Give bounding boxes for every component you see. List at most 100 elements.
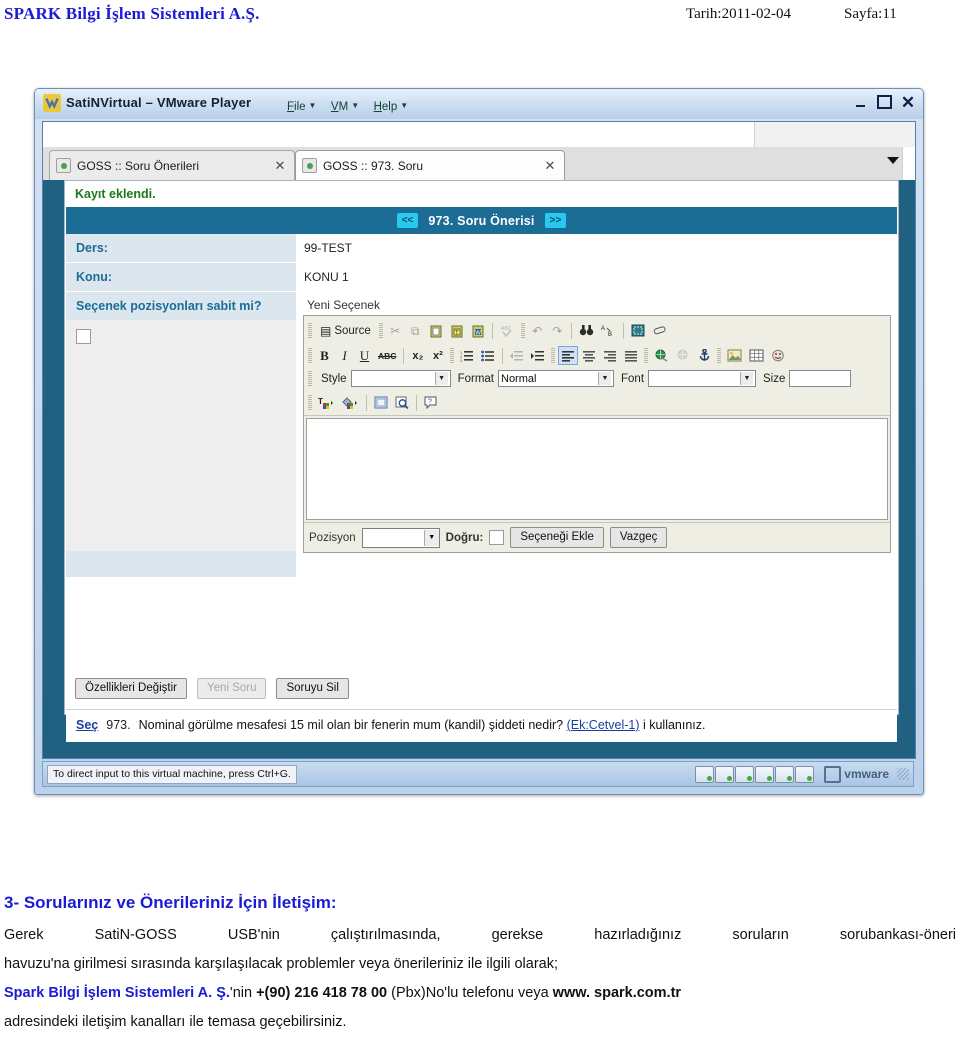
paste-text-button[interactable]: T	[447, 321, 467, 340]
toolbar-row-2: B I U ABC x₂ x² 1 2 3	[304, 343, 890, 368]
spellcheck-button[interactable]: ABC	[497, 321, 518, 340]
select-question-link[interactable]: Seç	[76, 718, 98, 732]
image-button[interactable]	[724, 346, 745, 365]
numbered-list-button[interactable]: 123	[457, 346, 477, 365]
cancel-button[interactable]: Vazgeç	[609, 527, 668, 548]
paste-button[interactable]	[426, 321, 446, 340]
strikethrough-button[interactable]: ABC	[375, 346, 399, 365]
add-option-button[interactable]: Seçeneği Ekle	[510, 527, 604, 548]
toolbar-grip[interactable]	[308, 370, 312, 387]
italic-button[interactable]: I	[335, 346, 354, 365]
text-color-button[interactable]: T	[315, 393, 338, 412]
toolbar-grip[interactable]	[378, 322, 383, 339]
editor-content-area[interactable]	[306, 418, 888, 520]
question-number: 973.	[106, 718, 131, 732]
bold-button[interactable]: B	[315, 346, 334, 365]
network-device-icon[interactable]	[755, 765, 775, 783]
next-record-button[interactable]: >>	[544, 213, 567, 228]
tab-list-chevron-down-icon[interactable]	[887, 157, 899, 164]
option-fixed-checkbox[interactable]	[76, 329, 91, 344]
source-button[interactable]: ▤ Source	[315, 321, 376, 340]
close-button[interactable]: ✕	[897, 91, 919, 113]
format-select[interactable]: Normal ▼	[498, 370, 614, 387]
align-center-button[interactable]	[579, 346, 599, 365]
record-header: << 973. Soru Önerisi >>	[66, 207, 897, 234]
bulleted-list-button[interactable]	[478, 346, 498, 365]
subscript-button[interactable]: x₂	[408, 346, 427, 365]
new-question-button[interactable]: Yeni Soru	[197, 678, 267, 699]
anchor-button[interactable]	[695, 346, 714, 365]
device-icons: vmware	[695, 765, 909, 783]
find-button[interactable]	[576, 321, 597, 340]
contact-heading: 3- Sorularınız ve Önerileriniz İçin İlet…	[4, 893, 337, 912]
menu-file[interactable]: File ▼	[287, 101, 323, 113]
align-left-icon	[562, 350, 575, 362]
chevron-down-icon: ▼	[423, 529, 439, 546]
floppy-device-icon[interactable]	[735, 765, 755, 783]
edit-properties-button[interactable]: Özellikleri Değiştir	[75, 678, 188, 699]
toolbar-grip[interactable]	[308, 394, 312, 411]
toolbar-grip[interactable]	[644, 347, 649, 364]
size-select[interactable]	[789, 370, 852, 387]
chevron-down-icon: ▼	[740, 372, 754, 385]
toolbar-grip[interactable]	[308, 347, 312, 364]
correct-checkbox[interactable]	[489, 530, 505, 545]
replace-button[interactable]: A B	[598, 321, 619, 340]
underline-button[interactable]: U	[355, 346, 374, 365]
browser-tab-soru-onerileri[interactable]: GOSS :: Soru Önerileri ✕	[49, 150, 295, 180]
position-select[interactable]: ▼	[361, 527, 440, 548]
printer-device-icon[interactable]	[795, 765, 815, 783]
minimize-button[interactable]	[849, 91, 871, 113]
option-fixed-body	[66, 320, 296, 551]
cdrom-device-icon[interactable]	[715, 765, 735, 783]
outdent-button[interactable]	[507, 346, 527, 365]
table-button[interactable]	[746, 346, 767, 365]
paste-from-word-button[interactable]: W	[468, 321, 488, 340]
menu-help[interactable]: Help ▼	[374, 101, 416, 113]
font-select[interactable]: ▼	[648, 370, 757, 387]
harddisk-device-icon[interactable]	[695, 765, 715, 783]
image-icon	[727, 349, 742, 362]
question-text-before: Nominal görülme mesafesi 15 mil olan bir…	[138, 718, 567, 732]
attachment-link[interactable]: (Ek:Cetvel-1)	[567, 718, 640, 732]
resize-grip[interactable]	[897, 768, 909, 780]
redo-button[interactable]: ↷	[548, 321, 567, 340]
maximize-button[interactable]	[873, 91, 895, 113]
select-all-button[interactable]	[628, 321, 648, 340]
question-list-row: Seç 973. Nominal görülme mesafesi 15 mil…	[66, 709, 897, 742]
cut-button[interactable]: ✂	[386, 321, 405, 340]
show-blocks-button[interactable]	[371, 393, 391, 412]
preview-button[interactable]	[392, 393, 412, 412]
toolbar-grip[interactable]	[520, 322, 525, 339]
unlink-button[interactable]	[673, 346, 694, 365]
background-color-button[interactable]	[339, 393, 362, 412]
toolbar-grip[interactable]	[308, 322, 312, 339]
menu-vm[interactable]: VM ▼	[331, 101, 366, 113]
indent-button[interactable]	[528, 346, 548, 365]
usb-device-icon[interactable]	[775, 765, 795, 783]
browser-tab-973-soru[interactable]: GOSS :: 973. Soru ✕	[295, 150, 565, 180]
menu-file-label: ile	[294, 101, 306, 113]
toolbar-grip[interactable]	[551, 347, 556, 364]
tab-close-icon[interactable]: ✕	[272, 158, 288, 174]
align-right-button[interactable]	[600, 346, 620, 365]
align-left-button[interactable]	[558, 346, 579, 365]
toolbar-grip[interactable]	[717, 347, 722, 364]
about-button[interactable]: ?	[421, 393, 441, 412]
tab-favicon-icon	[56, 158, 71, 173]
superscript-button[interactable]: x²	[428, 346, 447, 365]
style-select[interactable]: ▼	[350, 370, 451, 387]
remove-format-button[interactable]	[649, 321, 670, 340]
toolbar-separator	[366, 394, 367, 411]
toolbar-grip[interactable]	[450, 347, 455, 364]
smiley-button[interactable]	[768, 346, 788, 365]
undo-button[interactable]: ↶	[528, 321, 547, 340]
link-button[interactable]	[651, 346, 672, 365]
field-value-ders: 99-TEST	[296, 234, 897, 262]
tab-close-icon[interactable]: ✕	[542, 158, 558, 174]
browser-chrome-strip	[43, 122, 915, 148]
delete-question-button[interactable]: Soruyu Sil	[276, 678, 349, 699]
justify-button[interactable]	[621, 346, 641, 365]
copy-button[interactable]: ⧉	[406, 321, 425, 340]
previous-record-button[interactable]: <<	[396, 213, 419, 228]
